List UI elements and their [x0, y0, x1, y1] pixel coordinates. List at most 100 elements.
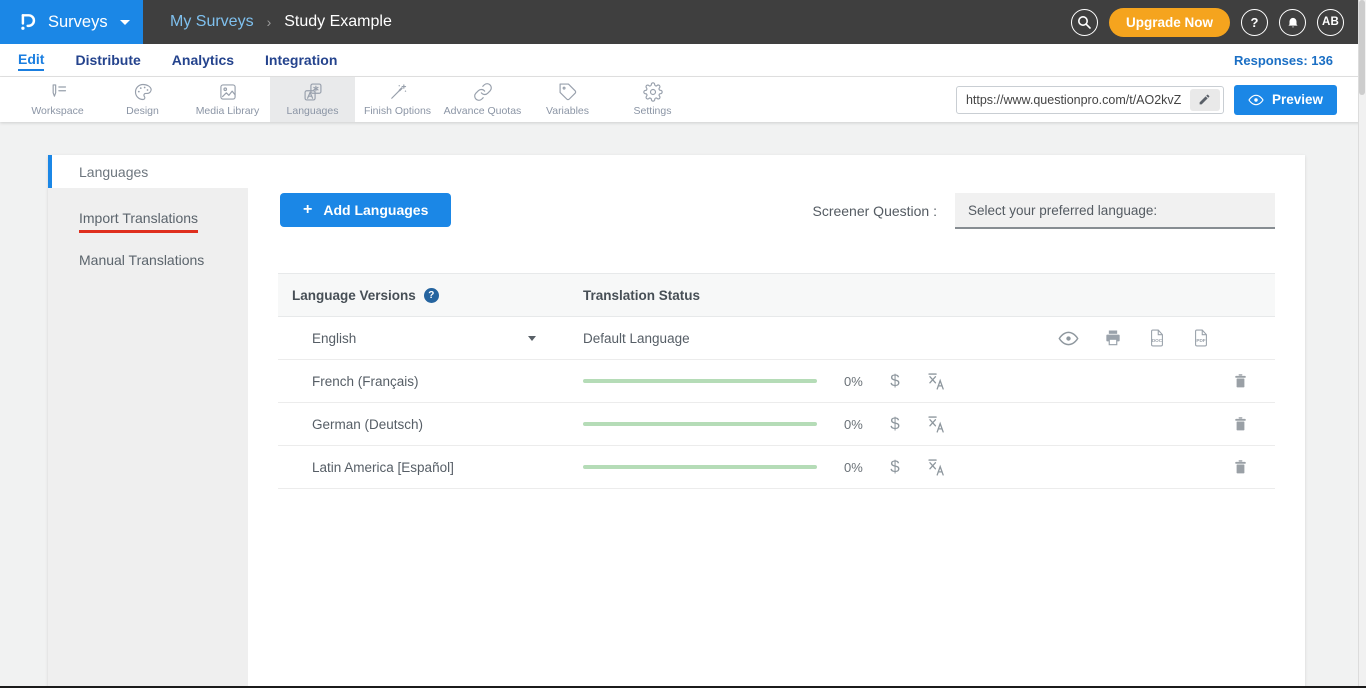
translation-progress-bar: [583, 422, 817, 426]
help-button[interactable]: ?: [1241, 9, 1268, 36]
avatar[interactable]: AB: [1317, 9, 1344, 36]
view-survey-button[interactable]: [1058, 328, 1079, 349]
tool-languages-label: Languages: [287, 105, 339, 117]
language-versions-help-icon[interactable]: ?: [424, 288, 439, 303]
column-language-versions: Language Versions ?: [292, 288, 583, 303]
bell-icon: [1286, 15, 1300, 29]
trash-icon: [1232, 458, 1249, 476]
tool-advance-quotas[interactable]: Advance Quotas: [440, 77, 525, 122]
page-scrollbar[interactable]: [1358, 0, 1366, 688]
eye-icon: [1058, 328, 1079, 349]
content-top-row: + Add Languages Screener Question : Sele…: [278, 193, 1275, 229]
default-language-status: Default Language: [583, 331, 690, 346]
tool-languages[interactable]: Languages: [270, 77, 355, 122]
paid-translation-button[interactable]: $: [884, 371, 906, 391]
languages-card: Languages Import Translations Manual Tra…: [48, 155, 1305, 688]
paid-translation-button[interactable]: $: [884, 457, 906, 477]
tab-edit[interactable]: Edit: [18, 50, 44, 71]
delete-language-button[interactable]: [1232, 415, 1249, 433]
sidebar-item-languages-label: Languages: [79, 164, 148, 180]
pencil-icon: [1198, 93, 1211, 106]
tool-settings-label: Settings: [634, 105, 672, 117]
delete-language-button[interactable]: [1232, 458, 1249, 476]
tab-distribute[interactable]: Distribute: [75, 51, 140, 70]
magic-wand-icon: [388, 82, 408, 102]
french-status-cell: 0% $: [548, 371, 1275, 392]
tool-finish-options-label: Finish Options: [364, 105, 431, 117]
table-row-latin-america: Latin America [Español] 0% $: [278, 446, 1275, 489]
tool-workspace[interactable]: Workspace: [15, 77, 100, 122]
language-name: Latin America [Español]: [312, 460, 454, 475]
progress-percent: 0%: [844, 460, 866, 475]
german-language-name-cell: German (Deutsch): [278, 417, 548, 432]
language-versions-table: Language Versions ? Translation Status E…: [278, 273, 1275, 489]
breadcrumb-my-surveys[interactable]: My Surveys: [170, 13, 254, 31]
print-survey-button[interactable]: [1103, 328, 1123, 348]
survey-url-input[interactable]: [957, 93, 1190, 107]
auto-translate-button[interactable]: [926, 414, 947, 435]
search-icon: [1077, 15, 1091, 29]
latin-america-language-name-cell: Latin America [Español]: [278, 460, 548, 475]
doc-file-icon: DOC: [1147, 328, 1167, 348]
tool-variables-label: Variables: [546, 105, 589, 117]
languages-content: + Add Languages Screener Question : Sele…: [248, 155, 1305, 688]
tool-advance-quotas-label: Advance Quotas: [444, 105, 522, 117]
chevron-down-icon: [528, 336, 536, 341]
notifications-button[interactable]: [1279, 9, 1306, 36]
svg-text:DOC: DOC: [1152, 338, 1163, 343]
tool-settings[interactable]: Settings: [610, 77, 695, 122]
responses-count[interactable]: Responses: 136: [1234, 53, 1333, 68]
workspace-icon: [48, 82, 68, 102]
tab-integration[interactable]: Integration: [265, 51, 337, 70]
translate-icon: [303, 82, 323, 102]
add-languages-button[interactable]: + Add Languages: [280, 193, 451, 227]
french-language-name-cell: French (Français): [278, 374, 548, 389]
upgrade-now-button[interactable]: Upgrade Now: [1109, 8, 1230, 37]
link-icon: [473, 82, 493, 102]
language-name: German (Deutsch): [312, 417, 423, 432]
sidebar-item-manual-translations-label: Manual Translations: [79, 252, 204, 268]
auto-translate-button[interactable]: [926, 371, 947, 392]
tool-finish-options[interactable]: Finish Options: [355, 77, 440, 122]
screener-question-select[interactable]: Select your preferred language:: [955, 193, 1275, 229]
latin-america-status-cell: 0% $: [548, 457, 1275, 478]
search-button[interactable]: [1071, 9, 1098, 36]
export-pdf-button[interactable]: PDF: [1191, 328, 1211, 348]
sidebar-item-languages[interactable]: Languages: [48, 155, 248, 188]
eye-icon: [1248, 92, 1264, 108]
default-language-name: English: [312, 331, 356, 346]
default-language-select[interactable]: English: [278, 331, 548, 346]
table-row-german: German (Deutsch) 0% $: [278, 403, 1275, 446]
edit-url-button[interactable]: [1190, 89, 1220, 111]
translate-icon: [926, 457, 947, 478]
scrollbar-thumb[interactable]: [1359, 0, 1365, 95]
screener-question-label: Screener Question :: [812, 203, 937, 219]
export-doc-button[interactable]: DOC: [1147, 328, 1167, 348]
translate-icon: [926, 414, 947, 435]
breadcrumb: My Surveys › Study Example: [143, 0, 1071, 44]
product-menu[interactable]: Surveys: [0, 0, 143, 44]
delete-language-button[interactable]: [1232, 372, 1249, 390]
tool-variables[interactable]: Variables: [525, 77, 610, 122]
tool-design[interactable]: Design: [100, 77, 185, 122]
languages-sidebar: Languages Import Translations Manual Tra…: [48, 155, 248, 688]
svg-text:PDF: PDF: [1196, 338, 1205, 343]
tab-analytics[interactable]: Analytics: [172, 51, 234, 70]
preview-button[interactable]: Preview: [1234, 85, 1337, 115]
auto-translate-button[interactable]: [926, 457, 947, 478]
tool-media-library-label: Media Library: [196, 105, 260, 117]
pdf-file-icon: PDF: [1191, 328, 1211, 348]
sidebar-item-import-translations-label: Import Translations: [79, 210, 198, 233]
tool-media-library[interactable]: Media Library: [185, 77, 270, 122]
breadcrumb-separator: ›: [267, 14, 272, 30]
trash-icon: [1232, 372, 1249, 390]
header-actions: Upgrade Now ? AB: [1071, 0, 1366, 44]
translation-progress-bar: [583, 379, 817, 383]
translate-icon: [926, 371, 947, 392]
paid-translation-button[interactable]: $: [884, 414, 906, 434]
product-menu-label: Surveys: [48, 13, 108, 32]
top-bar: Surveys My Surveys › Study Example Upgra…: [0, 0, 1366, 44]
preview-button-label: Preview: [1272, 92, 1323, 107]
sidebar-item-import-translations[interactable]: Import Translations: [48, 200, 248, 242]
sidebar-item-manual-translations[interactable]: Manual Translations: [48, 242, 248, 277]
